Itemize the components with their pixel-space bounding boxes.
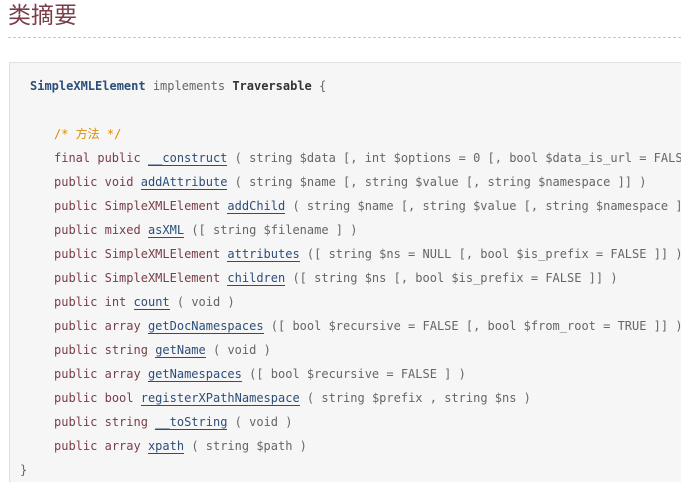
method-link[interactable]: asXML [147,223,185,238]
method-return-type: array [104,367,141,381]
method-params: ([ string $filename ] ) [191,223,358,237]
section-heading: 类摘要 [8,3,77,29]
method-return-type: string [104,415,148,429]
method-link[interactable]: getDocNamespaces [147,319,264,334]
method-params: ([ bool $recursive = FALSE ] ) [249,367,466,381]
method-modifiers: public [54,223,98,237]
method-modifiers: public [54,391,98,405]
method-modifiers: public [54,199,98,213]
open-brace: { [319,79,327,93]
method-link[interactable]: xpath [147,439,185,454]
method-row: public SimpleXMLElement children ([ stri… [30,269,618,287]
method-link[interactable]: attributes [227,247,300,262]
method-row: final public __construct ( string $data … [30,149,681,167]
method-row: public int count ( void ) [30,293,235,311]
close-brace-line: } [20,461,27,479]
method-modifiers: final public [54,151,141,165]
method-row: public string __toString ( void ) [30,413,292,431]
implements-keyword: implements [152,79,226,93]
method-row: public bool registerXPathNamespace ( str… [30,389,531,407]
comment-text: /* 方法 */ [54,127,122,141]
method-modifiers: public [54,415,98,429]
method-return-type: void [104,175,134,189]
method-return-type: SimpleXMLElement [104,271,221,285]
method-return-type: string [104,343,148,357]
method-row: public mixed asXML ([ string $filename ]… [30,221,357,239]
method-params: ( string $prefix , string $ns ) [306,391,531,405]
method-return-type: array [104,319,141,333]
method-return-type: SimpleXMLElement [104,247,221,261]
class-declaration: SimpleXMLElement implements Traversable … [30,77,326,95]
method-row: public array getDocNamespaces ([ bool $r… [30,317,681,335]
method-return-type: SimpleXMLElement [104,199,221,213]
method-params: ([ string $ns [, bool $is_prefix = FALSE… [292,271,618,285]
method-row: public SimpleXMLElement addChild ( strin… [30,197,681,215]
method-row: public array xpath ( string $path ) [30,437,307,455]
method-return-type: int [104,295,127,309]
method-params: ( string $path ) [191,439,307,453]
synopsis-code: SimpleXMLElement implements Traversable … [20,63,681,477]
method-return-type: bool [104,391,134,405]
method-params: ( void ) [234,415,293,429]
method-modifiers: public [54,439,98,453]
method-link[interactable]: count [133,295,170,310]
method-link[interactable]: __construct [147,151,228,166]
heading-divider [8,37,681,38]
method-link[interactable]: __toString [155,415,228,430]
class-synopsis: SimpleXMLElement implements Traversable … [9,62,681,482]
page: 类摘要 SimpleXMLElement implements Traversa… [0,0,681,482]
method-row: public array getNamespaces ([ bool $recu… [30,365,466,383]
method-link[interactable]: getName [155,343,206,358]
method-link[interactable]: getNamespaces [147,367,242,382]
interface-name: Traversable [232,79,312,93]
method-params: ( void ) [213,343,271,357]
method-params: ([ string $ns = NULL [, bool $is_prefix … [306,247,681,261]
method-modifiers: public [54,175,98,189]
method-params: ( string $name [, string $value [, strin… [234,175,647,189]
method-modifiers: public [54,247,98,261]
method-modifiers: public [54,343,98,357]
method-params: ( string $name [, string $value [, strin… [292,199,681,213]
method-link[interactable]: children [227,271,286,286]
method-params: ( void ) [176,295,235,309]
method-modifiers: public [54,271,98,285]
method-modifiers: public [54,319,98,333]
method-params: ( string $data [, int $options = 0 [, bo… [234,151,681,165]
method-modifiers: public [54,295,98,309]
methods-comment: /* 方法 */ [30,125,121,143]
method-link[interactable]: addChild [227,199,286,214]
method-row: public void addAttribute ( string $name … [30,173,646,191]
method-row: public string getName ( void ) [30,341,271,359]
class-name: SimpleXMLElement [30,79,146,93]
method-modifiers: public [54,367,98,381]
method-row: public SimpleXMLElement attributes ([ st… [30,245,681,263]
method-link[interactable]: registerXPathNamespace [140,391,300,406]
method-return-type: mixed [104,223,141,237]
method-link[interactable]: addAttribute [140,175,228,190]
close-brace: } [20,463,28,477]
method-return-type: array [104,439,141,453]
method-params: ([ bool $recursive = FALSE [, bool $from… [270,319,681,333]
